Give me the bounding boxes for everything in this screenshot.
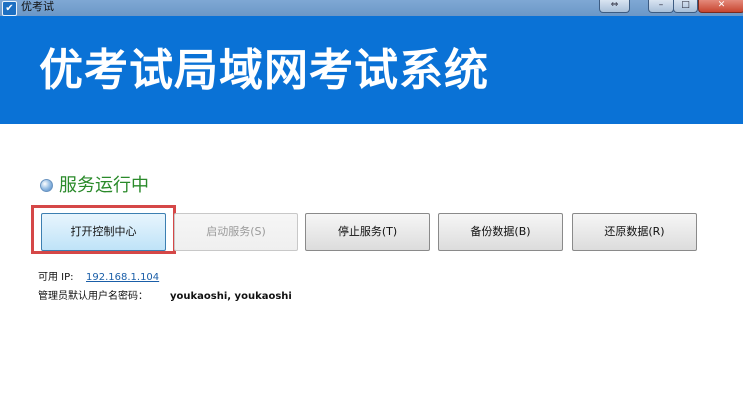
minimize-button[interactable]: – [648,0,674,13]
resize-arrows-icon: ⇔ [610,0,619,10]
maximize-icon: □ [681,0,690,10]
header-banner: 优考试局域网考试系统 [0,16,743,124]
admin-credentials-value: youkaoshi, youkaoshi [170,291,292,302]
ip-link[interactable]: 192.168.1.104 [86,271,159,285]
open-control-center-button[interactable]: 打开控制中心 [41,213,166,251]
title-bar: ✔ 优考试 ⇔ – □ ✕ [0,0,743,16]
app-check-icon: ✔ [2,1,17,16]
restore-data-button[interactable]: 还原数据(R) [572,213,697,251]
close-button[interactable]: ✕ [698,0,743,13]
close-icon: ✕ [717,0,726,10]
status-indicator-icon [40,179,53,192]
admin-credentials-label: 管理员默认用户名密码： [38,291,148,302]
restore-size-button[interactable]: ⇔ [599,0,630,13]
app-title: 优考试局域网考试系统 [39,45,489,96]
start-service-button: 启动服务(S) [174,213,298,251]
ip-label: 可用 IP: [38,272,74,283]
admin-info: 管理员默认用户名密码： youkaoshi, youkaoshi [38,290,292,304]
ip-info: 可用 IP: 192.168.1.104 [38,271,159,285]
stop-service-button[interactable]: 停止服务(T) [305,213,430,251]
minimize-icon: – [658,0,664,10]
backup-data-button[interactable]: 备份数据(B) [438,213,563,251]
window-title: 优考试 [21,0,54,13]
status-text: 服务运行中 [59,175,149,196]
maximize-button[interactable]: □ [673,0,698,13]
